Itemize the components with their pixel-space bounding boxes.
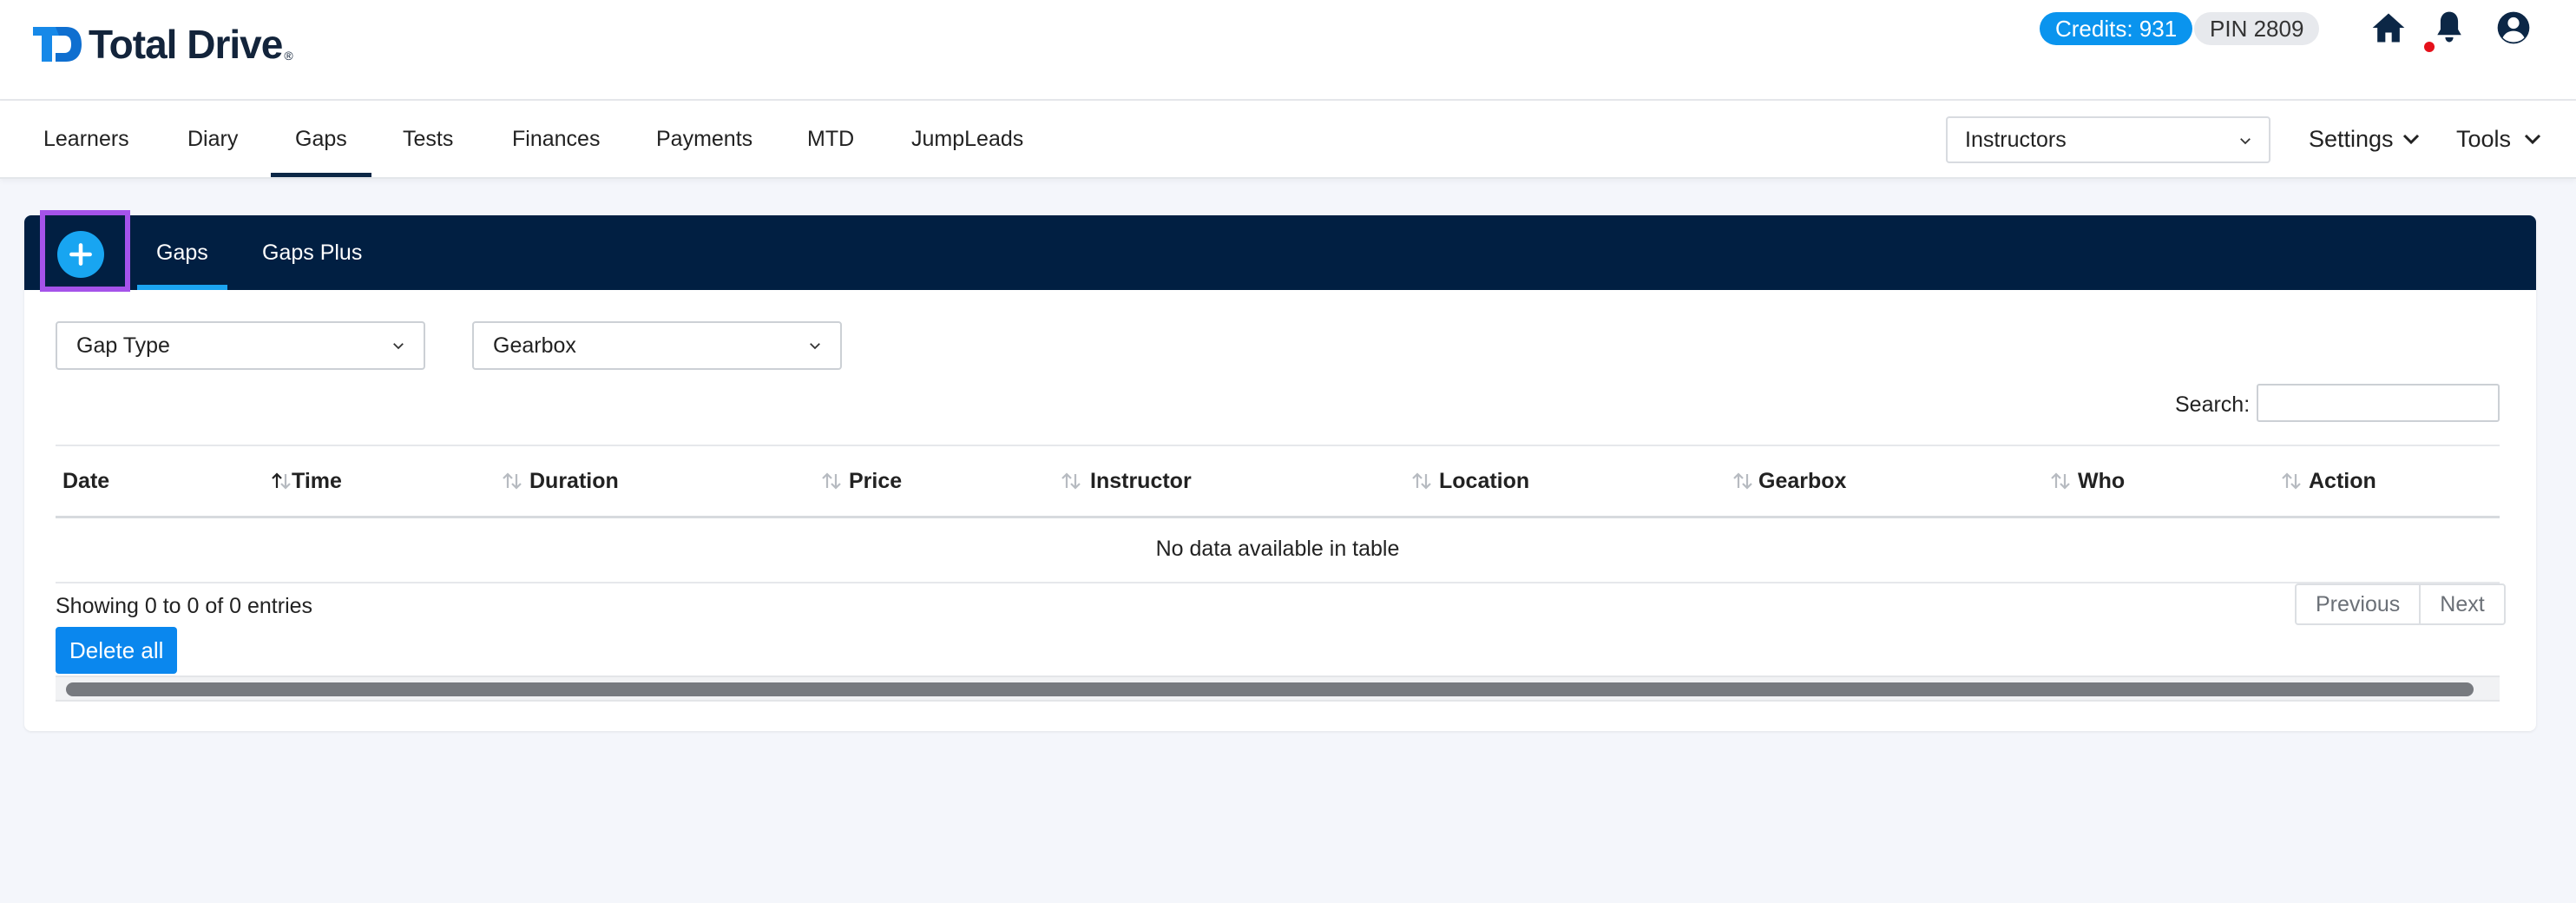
panel-header: Gaps Gaps Plus xyxy=(24,210,2536,292)
search-input[interactable] xyxy=(2257,384,2500,422)
sort-arrows-icon[interactable] xyxy=(819,469,844,493)
instructors-select[interactable]: Instructors xyxy=(1946,116,2270,163)
previous-page-button[interactable]: Previous xyxy=(2297,585,2419,623)
top-bar: Total Drive ® Credits: 931 PIN 2809 xyxy=(0,0,2576,101)
nav-item-gaps[interactable]: Gaps xyxy=(271,101,371,177)
chevron-down-icon[interactable] xyxy=(2522,129,2543,149)
nav-item-payments[interactable]: Payments xyxy=(656,101,752,177)
main-nav: Learners Diary Gaps Tests Finances Payme… xyxy=(0,101,2576,179)
settings-menu[interactable]: Settings xyxy=(2309,101,2394,177)
chevron-down-icon[interactable] xyxy=(2401,129,2422,149)
notification-dot xyxy=(2424,42,2435,52)
sort-arrows-icon[interactable] xyxy=(2279,469,2303,493)
credits-badge[interactable]: Credits: 931 xyxy=(2040,12,2193,45)
column-header-who[interactable]: Who xyxy=(2078,446,2125,516)
home-icon[interactable] xyxy=(2369,9,2408,47)
sort-arrows-icon[interactable] xyxy=(1059,469,1083,493)
table-header: Date Time Duration Price Instructor Loca… xyxy=(56,445,2500,518)
sort-arrows-icon[interactable] xyxy=(500,469,524,493)
horizontal-scrollbar[interactable] xyxy=(56,676,2500,702)
add-gap-button[interactable] xyxy=(57,231,104,278)
sort-asc-icon[interactable] xyxy=(269,469,293,493)
plus-icon xyxy=(69,243,92,266)
tab-gaps-plus[interactable]: Gaps Plus xyxy=(262,215,362,290)
sort-arrows-icon[interactable] xyxy=(1410,469,1434,493)
column-header-duration[interactable]: Duration xyxy=(529,446,619,516)
gearbox-select[interactable]: Gearbox xyxy=(472,321,842,370)
chevron-down-icon xyxy=(2240,138,2251,145)
tools-menu-label: Tools xyxy=(2456,126,2512,152)
bell-icon[interactable] xyxy=(2430,9,2468,47)
nav-item-jumpleads[interactable]: JumpLeads xyxy=(911,101,1023,177)
column-header-location[interactable]: Location xyxy=(1439,446,1529,516)
gaps-panel: Gaps Gaps Plus Gap Type Gearbox Search: … xyxy=(24,210,2536,731)
column-header-instructor[interactable]: Instructor xyxy=(1090,446,1192,516)
account-circle-icon[interactable] xyxy=(2494,9,2533,47)
column-header-action: Action xyxy=(2309,469,2376,493)
delete-all-button[interactable]: Delete all xyxy=(56,627,178,674)
sort-arrows-icon[interactable] xyxy=(1731,469,1755,493)
scrollbar-thumb[interactable] xyxy=(66,682,2474,696)
column-header-date[interactable]: Date xyxy=(62,446,109,516)
td-logo-icon xyxy=(33,27,82,62)
settings-menu-label: Settings xyxy=(2309,126,2394,152)
nav-item-learners[interactable]: Learners xyxy=(43,101,129,177)
instructors-select-value: Instructors xyxy=(1965,128,2067,152)
brand-logo[interactable]: Total Drive ® xyxy=(31,21,293,68)
gearbox-select-value: Gearbox xyxy=(493,333,576,358)
table-info: Showing 0 to 0 of 0 entries xyxy=(56,594,313,618)
pagination: Previous Next xyxy=(2295,583,2506,625)
table-empty-message: No data available in table xyxy=(56,516,2500,583)
tools-menu[interactable]: Tools xyxy=(2456,101,2511,177)
column-header-time[interactable]: Time xyxy=(292,446,342,516)
pin-badge: PIN 2809 xyxy=(2194,12,2320,45)
chevron-down-icon xyxy=(393,343,404,350)
nav-item-diary[interactable]: Diary xyxy=(187,101,238,177)
nav-item-tests[interactable]: Tests xyxy=(403,101,453,177)
gap-type-select[interactable]: Gap Type xyxy=(56,321,425,370)
column-header-gearbox[interactable]: Gearbox xyxy=(1758,446,1846,516)
tab-gaps[interactable]: Gaps xyxy=(137,215,227,290)
search-label: Search: xyxy=(2175,392,2251,417)
column-header-price[interactable]: Price xyxy=(849,446,902,516)
brand-name: Total Drive xyxy=(89,22,283,67)
gap-type-select-value: Gap Type xyxy=(76,333,170,358)
chevron-down-icon xyxy=(810,343,820,350)
brand-registered-mark: ® xyxy=(284,49,293,63)
next-page-button[interactable]: Next xyxy=(2419,585,2503,623)
nav-item-mtd[interactable]: MTD xyxy=(807,101,854,177)
nav-item-finances[interactable]: Finances xyxy=(512,101,600,177)
sort-arrows-icon[interactable] xyxy=(2048,469,2073,493)
